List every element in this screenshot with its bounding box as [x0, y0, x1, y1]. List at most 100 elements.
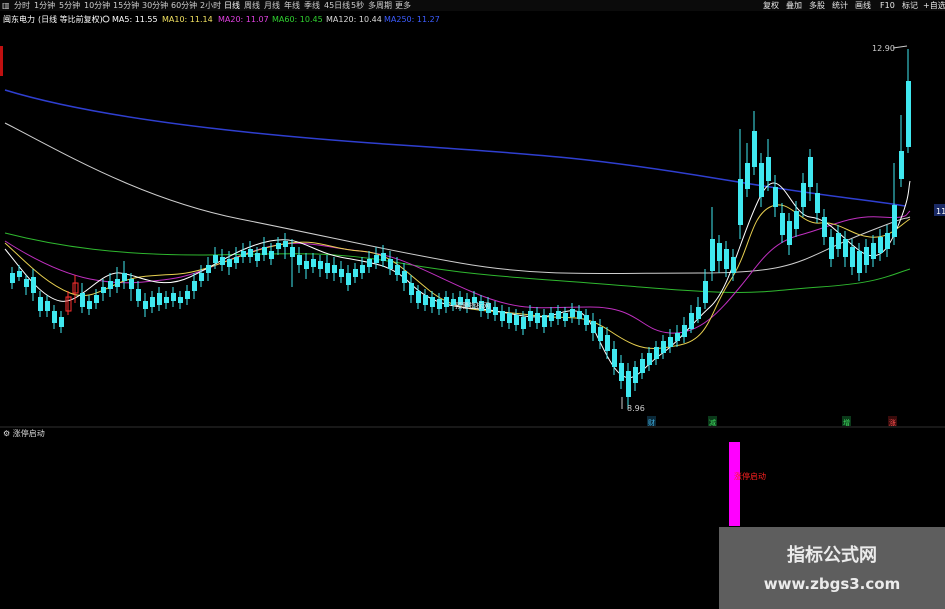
- toolbar-button-3[interactable]: 统计: [832, 0, 848, 11]
- candle-body: [346, 273, 351, 285]
- gear-icon[interactable]: ⚙: [3, 429, 10, 438]
- event-marker-jian[interactable]: 减: [709, 418, 716, 427]
- candle-body: [598, 327, 603, 341]
- toolbar-button-7[interactable]: +自选: [923, 0, 945, 11]
- legend-ma60: MA60: 10.45: [272, 15, 323, 24]
- candle-body: [556, 311, 561, 319]
- candle-body: [248, 249, 253, 257]
- toolbar-button-0[interactable]: 复权: [763, 0, 779, 11]
- event-marker-zeng[interactable]: 增: [843, 418, 850, 427]
- period-tab-8[interactable]: 日线: [224, 0, 240, 11]
- candle-body: [304, 261, 309, 269]
- candle-body: [633, 367, 638, 383]
- candle-body: [836, 233, 841, 249]
- candle-body: [381, 253, 386, 261]
- candle-body: [206, 265, 211, 273]
- period-tab-10[interactable]: 月线: [264, 0, 280, 11]
- candle-body: [227, 259, 232, 267]
- candle-body: [10, 273, 15, 283]
- subchart-title: ⚙ 涨停启动: [3, 429, 45, 438]
- right-axis-label: 11: [936, 207, 945, 216]
- period-tab-14[interactable]: 5秒: [351, 0, 364, 11]
- candle-body: [815, 193, 820, 213]
- candle-body: [430, 297, 435, 307]
- candle-body: [185, 291, 190, 299]
- candle-body: [612, 349, 617, 367]
- candle-body: [584, 315, 589, 325]
- period-tab-5[interactable]: 30分钟: [142, 0, 168, 11]
- candle-body: [80, 293, 85, 307]
- candle-body: [507, 313, 512, 323]
- period-tab-12[interactable]: 季线: [304, 0, 320, 11]
- toolbar-button-2[interactable]: 多股: [809, 0, 825, 11]
- candle-body: [234, 257, 239, 263]
- candle-body: [283, 241, 288, 247]
- candle-body: [311, 259, 316, 267]
- candle-body: [367, 259, 372, 267]
- candle-body: [521, 317, 526, 329]
- panel-icon[interactable]: ▥: [2, 0, 10, 11]
- candle-body: [808, 157, 813, 187]
- period-tab-13[interactable]: 45日线: [324, 0, 350, 11]
- candle-body: [262, 247, 267, 255]
- chart-watermark-text: 预警指标网: [455, 301, 490, 310]
- period-tab-11[interactable]: 年线: [284, 0, 300, 11]
- chart-mode: (日线 等比前复权): [38, 14, 103, 24]
- candle-body: [647, 353, 652, 365]
- candle-body: [24, 279, 29, 287]
- candle-body: [766, 157, 771, 181]
- candle-body: [444, 297, 449, 307]
- period-tab-7[interactable]: 2小时: [200, 0, 221, 11]
- toolbar-button-1[interactable]: 叠加: [786, 0, 802, 11]
- event-marker-zhang[interactable]: 涨: [889, 418, 896, 427]
- candle-body: [17, 271, 22, 277]
- candle-body: [493, 307, 498, 315]
- legend-ma10: MA10: 11.14: [162, 15, 213, 24]
- candle-body: [59, 317, 64, 327]
- candle-body: [108, 281, 113, 289]
- event-marker-cai[interactable]: 财: [648, 418, 655, 427]
- candle-body: [325, 263, 330, 273]
- period-tab-3[interactable]: 10分钟: [84, 0, 110, 11]
- candle-body: [703, 281, 708, 303]
- candle-body: [843, 239, 848, 257]
- candle-body: [136, 289, 141, 301]
- candle-body: [542, 315, 547, 327]
- candle-body: [864, 247, 869, 265]
- toolbar-button-4[interactable]: 画线: [855, 0, 871, 11]
- candle-body: [514, 315, 519, 325]
- candle-body: [164, 297, 169, 303]
- signal-bar-label: 涨停启动: [734, 472, 766, 481]
- period-tab-6[interactable]: 60分钟: [171, 0, 197, 11]
- toolbar-button-6[interactable]: 标记: [902, 0, 918, 11]
- candle-body: [661, 341, 666, 353]
- candle-body: [731, 257, 736, 273]
- candle-body: [171, 293, 176, 301]
- toolbar-button-5[interactable]: F10: [880, 0, 895, 11]
- period-tab-1[interactable]: 1分钟: [34, 0, 55, 11]
- candle-body: [52, 311, 57, 323]
- legend-ma20: MA20: 11.07: [218, 15, 269, 24]
- period-tab-4[interactable]: 15分钟: [113, 0, 139, 11]
- candle-body: [591, 321, 596, 333]
- period-tab-16[interactable]: 更多: [395, 0, 411, 11]
- candle-body: [220, 257, 225, 265]
- period-tab-9[interactable]: 周线: [244, 0, 260, 11]
- candle-body: [150, 297, 155, 307]
- candle-body: [213, 255, 218, 263]
- candle-body: [255, 253, 260, 261]
- period-tab-0[interactable]: 分时: [14, 0, 30, 11]
- candle-body: [577, 311, 582, 319]
- candle-body: [738, 179, 743, 225]
- signal-bar: [729, 442, 740, 526]
- candle-body: [395, 265, 400, 275]
- candle-body: [269, 251, 274, 259]
- candle-body: [773, 187, 778, 207]
- candle-body: [290, 247, 295, 257]
- candle-body: [535, 313, 540, 323]
- candle-body: [353, 269, 358, 277]
- period-tab-2[interactable]: 5分钟: [59, 0, 80, 11]
- legend-ma120: MA120: 10.44: [326, 15, 382, 24]
- period-tab-15[interactable]: 多周期: [368, 0, 392, 11]
- kline-main-chart[interactable]: 闽东电力 (日线 等比前复权) MA5: 11.55 MA10: 11.14 M…: [0, 11, 945, 428]
